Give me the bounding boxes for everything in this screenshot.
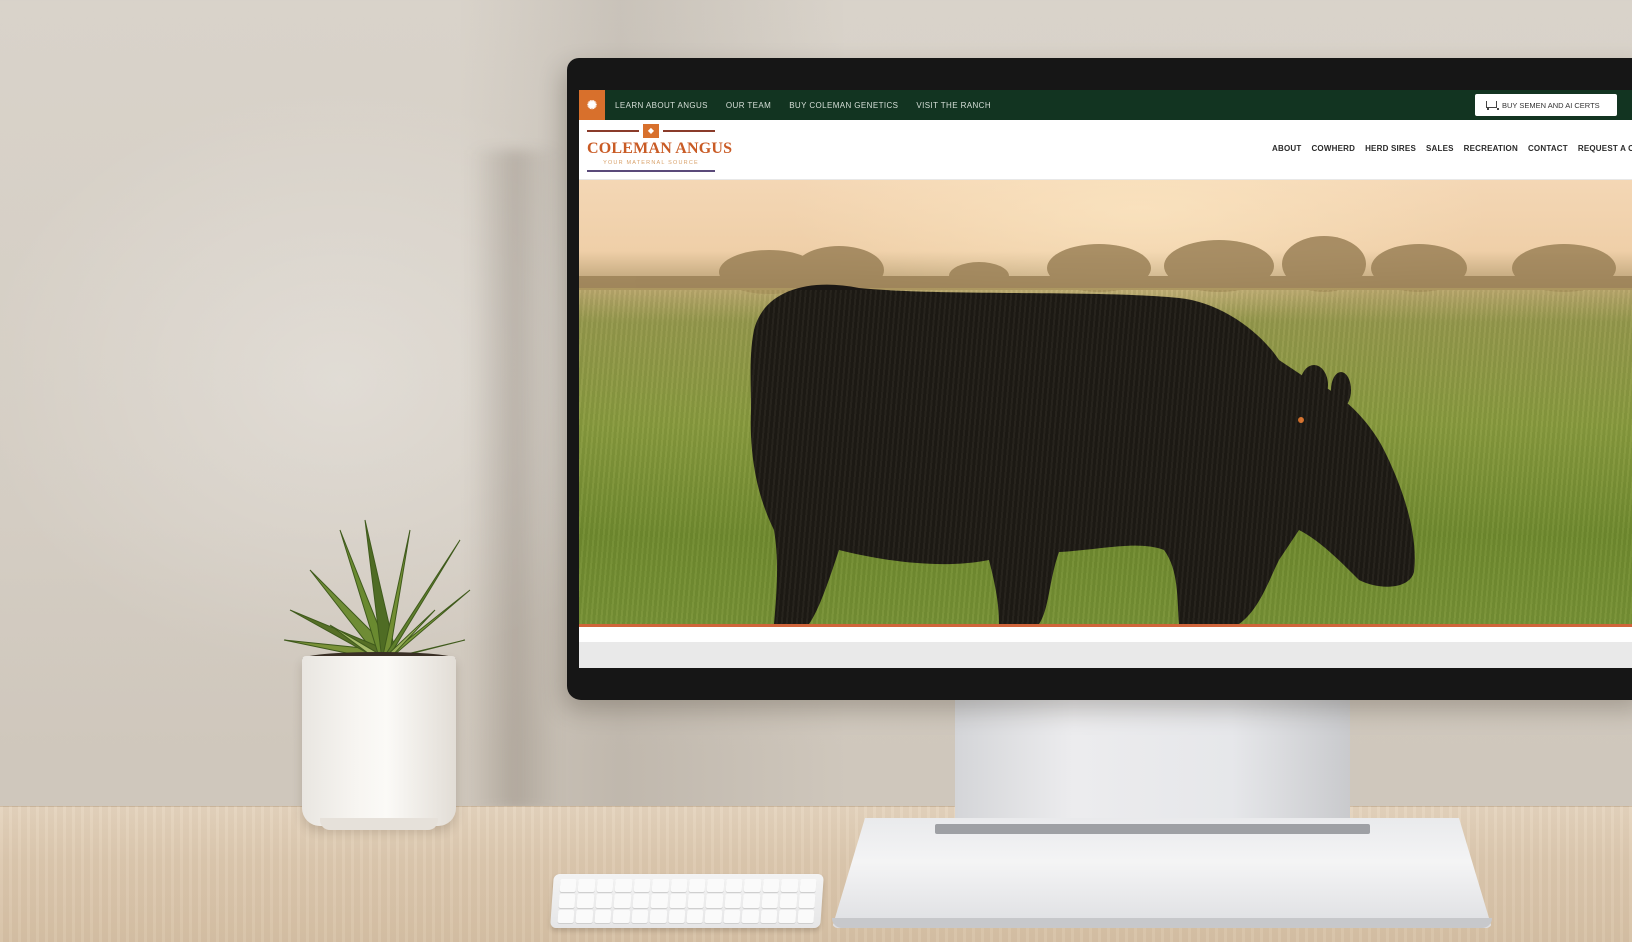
utility-link-buy-coleman-genetics[interactable]: BUY COLEMAN GENETICS (789, 101, 898, 110)
hero-grass-texture (579, 290, 1632, 624)
utility-link-our-team[interactable]: OUR TEAM (726, 101, 771, 110)
nav-cowherd[interactable]: COWHERD (1311, 144, 1355, 153)
plant-pot (302, 656, 456, 826)
buy-semen-button[interactable]: BUY SEMEN AND AI CERTS (1475, 94, 1617, 116)
nav-recreation[interactable]: RECREATION (1464, 144, 1518, 153)
succulent-plant (283, 519, 471, 663)
nav-about[interactable]: ABOUT (1272, 144, 1301, 153)
nav-contact[interactable]: CONTACT (1528, 144, 1568, 153)
utility-link-learn-about-angus[interactable]: LEARN ABOUT ANGUS (615, 101, 708, 110)
pot-base (320, 818, 438, 830)
logo-rule-right (663, 130, 715, 132)
main-header: ◆ COLEMAN ANGUS YOUR MATERNAL SOURCE ABO… (579, 120, 1632, 180)
keyboard (550, 874, 824, 928)
logo-rule-left (587, 130, 639, 132)
nav-herd-sires[interactable]: HERD SIRES (1365, 144, 1416, 153)
buy-semen-label: BUY SEMEN AND AI CERTS (1502, 100, 1600, 110)
monitor-stand-base (832, 818, 1492, 928)
tree-line (579, 236, 1632, 294)
brand-name: COLEMAN ANGUS (587, 140, 733, 157)
hero-image (579, 180, 1632, 624)
brand-tagline: YOUR MATERNAL SOURCE (603, 160, 699, 166)
main-nav: ABOUT COWHERD HERD SIRES SALES RECREATIO… (1272, 144, 1632, 153)
monitor-stand-lip (832, 918, 1492, 928)
utility-link-visit-the-ranch[interactable]: VISIT THE RANCH (916, 101, 991, 110)
screen-bottom-band (579, 642, 1632, 668)
monitor-stand-edge (935, 824, 1370, 834)
nav-request-a[interactable]: REQUEST A C (1578, 144, 1632, 153)
nav-sales[interactable]: SALES (1426, 144, 1454, 153)
utility-nav: LEARN ABOUT ANGUS OUR TEAM BUY COLEMAN G… (615, 101, 991, 110)
site-logo[interactable]: ◆ COLEMAN ANGUS YOUR MATERNAL SOURCE (587, 124, 733, 176)
plant-shadow (470, 150, 560, 810)
logo-underline (587, 170, 715, 172)
hero-footer-accent-line (579, 624, 1632, 627)
utility-bar: ✺ LEARN ABOUT ANGUS OUR TEAM BUY COLEMAN… (579, 90, 1632, 120)
monitor-screen: ✺ LEARN ABOUT ANGUS OUR TEAM BUY COLEMAN… (579, 90, 1632, 668)
logo-emblem-icon: ◆ (643, 124, 659, 138)
monitor-stand-neck (955, 700, 1350, 830)
ranch-emblem-icon[interactable]: ✺ (579, 90, 605, 120)
cart-icon (1485, 100, 1499, 110)
